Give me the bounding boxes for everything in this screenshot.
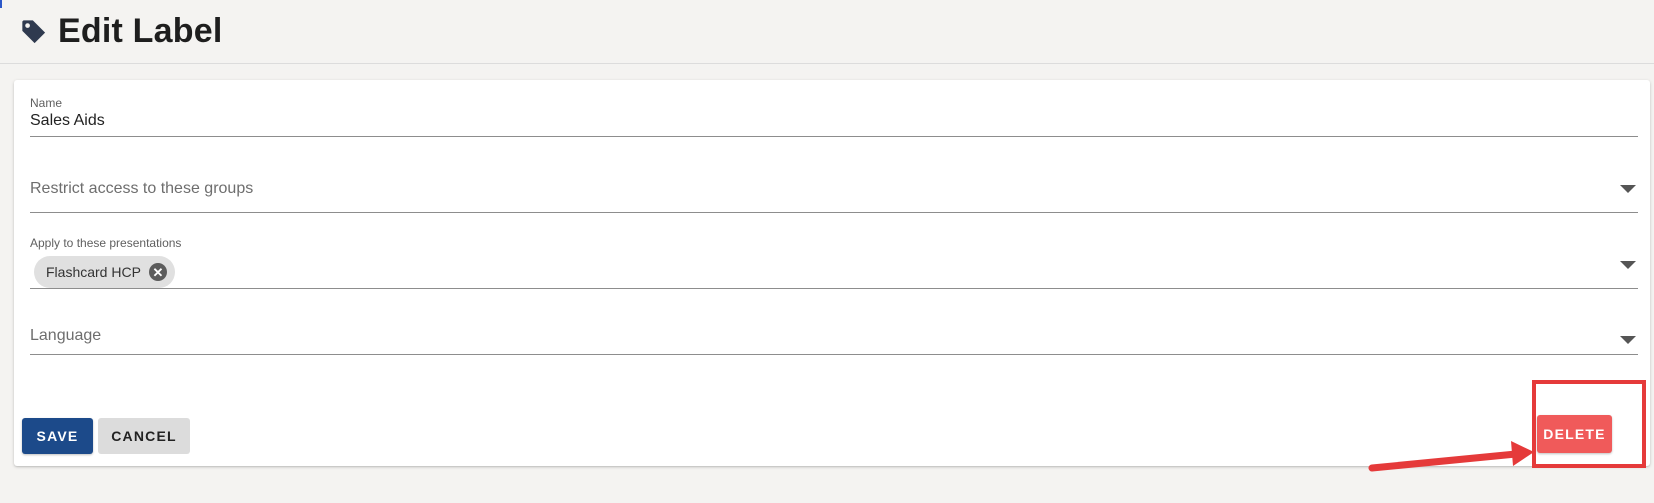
presentations-select[interactable]: Apply to these presentations Flashcard H… [30,228,1638,289]
page-header: Edit Label [0,0,1654,64]
edit-label-form: Name Sales Aids Restrict access to these… [14,80,1650,466]
language-select-placeholder: Language [30,327,102,344]
tag-icon [22,19,46,43]
chevron-down-icon[interactable] [1620,261,1636,269]
annotation-highlight-box [1532,380,1646,468]
groups-select[interactable]: Restrict access to these groups [30,168,1638,213]
chevron-down-icon[interactable] [1620,336,1636,344]
presentation-chip-label: Flashcard HCP [46,264,141,280]
chevron-down-icon[interactable] [1620,185,1636,193]
language-select[interactable]: Language [30,312,1638,355]
name-field-value: Sales Aids [30,112,105,129]
presentation-chip: Flashcard HCP ✕ [34,256,175,288]
remove-chip-icon[interactable]: ✕ [148,263,167,281]
presentations-select-label: Apply to these presentations [30,236,182,250]
cancel-button[interactable]: CANCEL [98,418,190,454]
name-field[interactable]: Name Sales Aids [30,94,1638,137]
name-field-label: Name [30,96,63,110]
groups-select-placeholder: Restrict access to these groups [30,180,254,197]
page-title: Edit Label [58,12,223,50]
left-accent-bar [0,0,2,8]
save-button[interactable]: SAVE [22,418,93,454]
